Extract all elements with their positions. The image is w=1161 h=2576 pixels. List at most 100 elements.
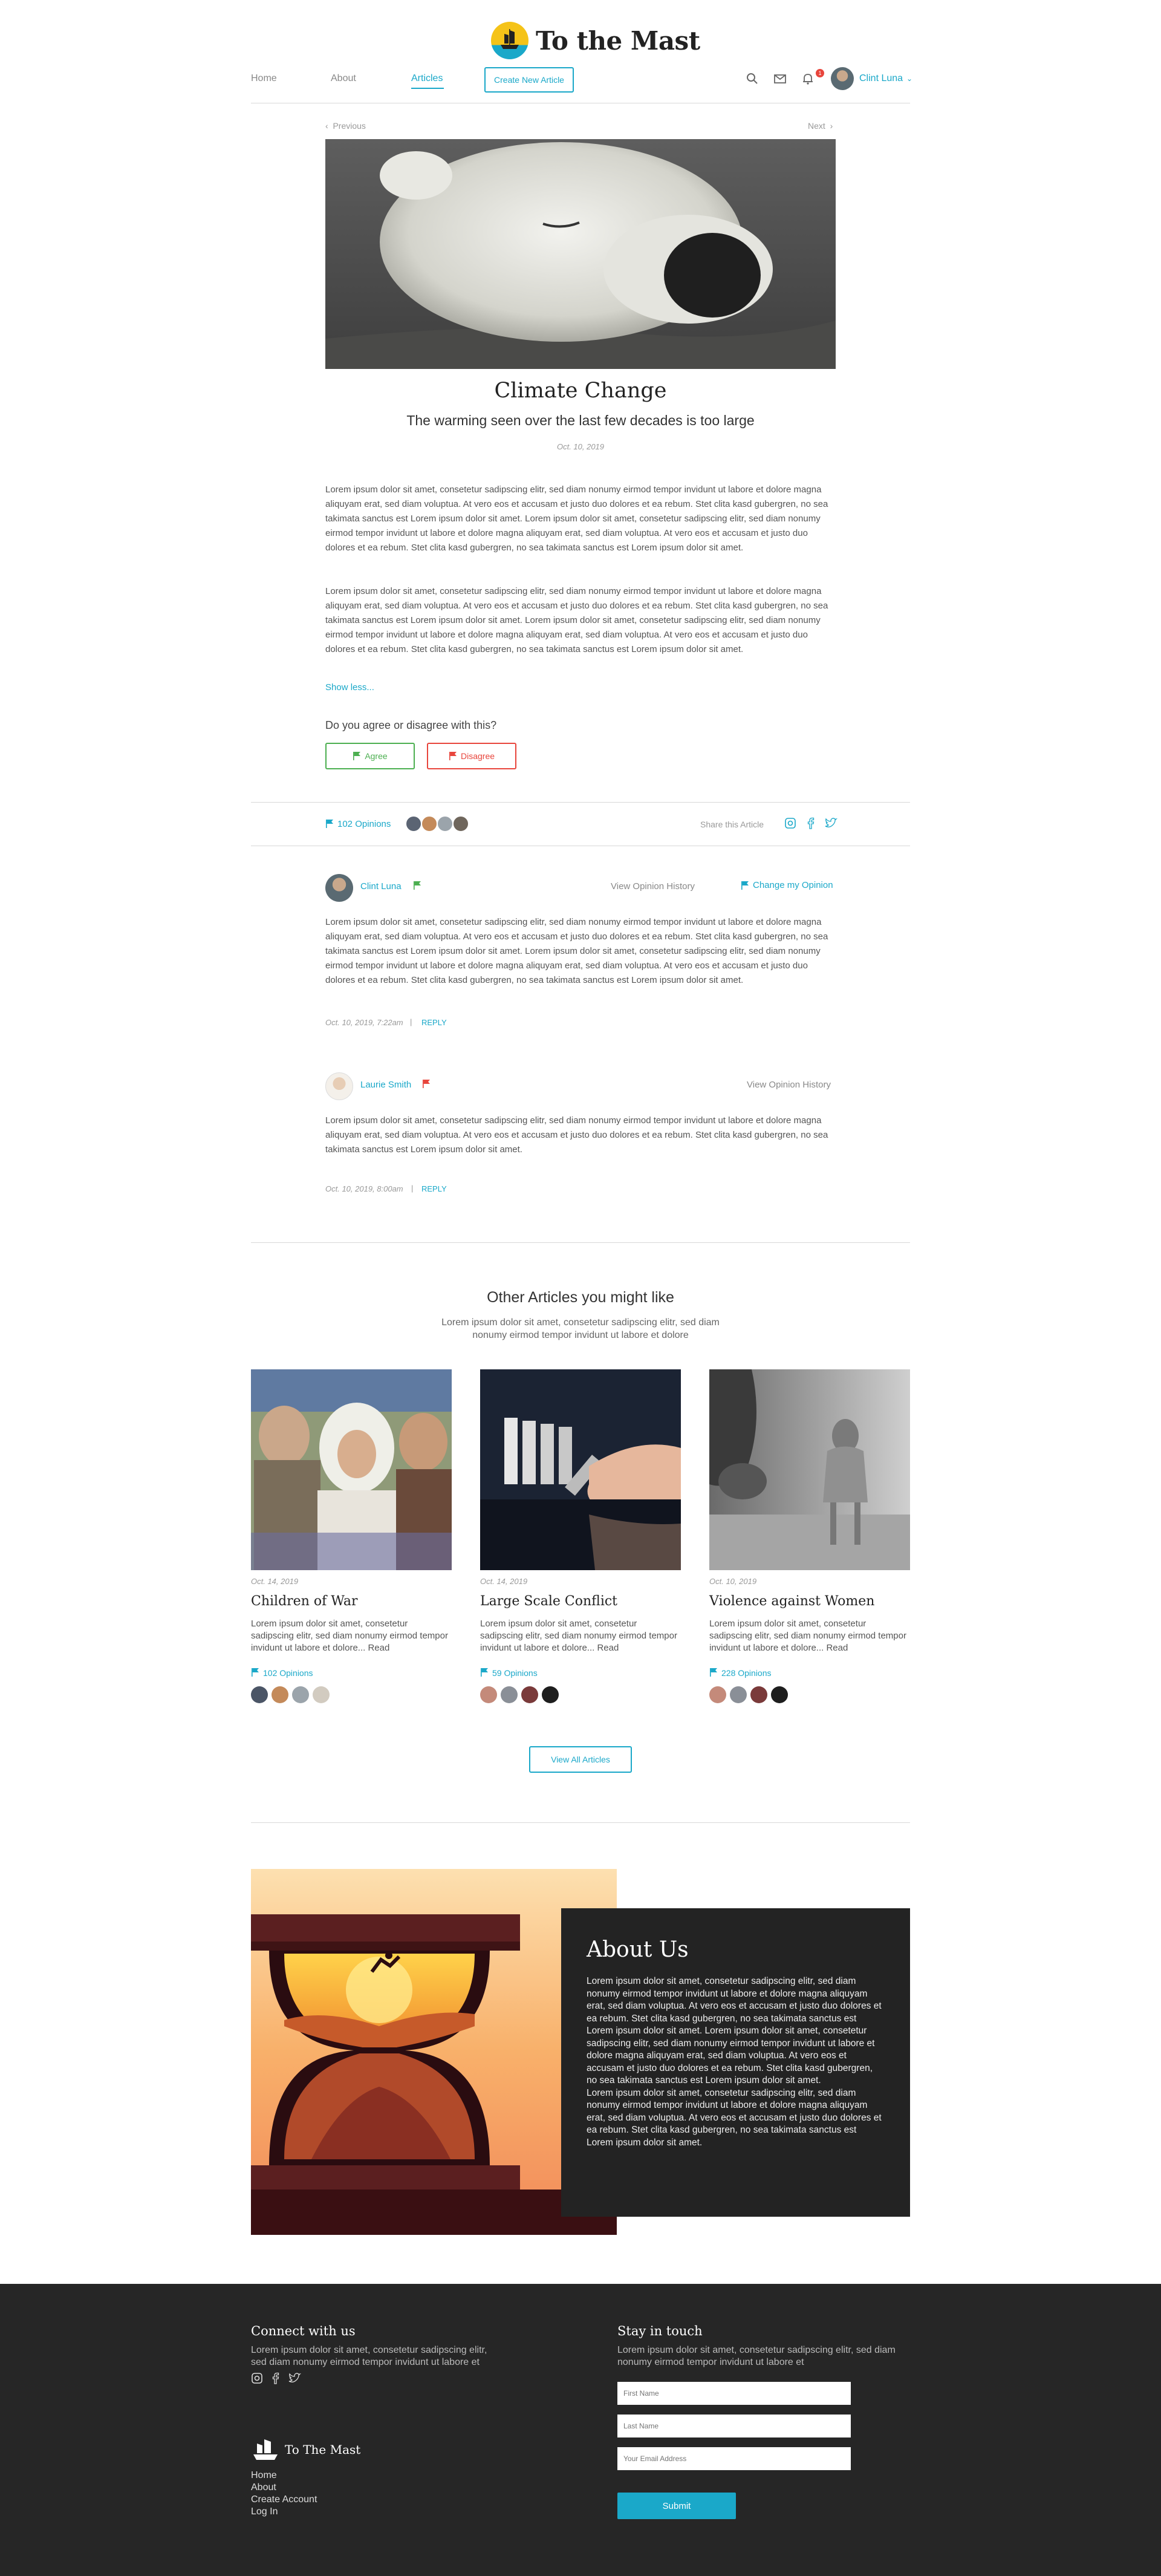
- opinions-count: 102 Opinions: [337, 818, 391, 829]
- card-opinions[interactable]: 228 Opinions: [709, 1668, 772, 1678]
- chevron-right-icon: ›: [825, 121, 833, 131]
- search-icon[interactable]: [746, 72, 759, 85]
- site-logo[interactable]: To the Mast: [491, 19, 700, 62]
- bell-icon[interactable]: [801, 72, 815, 85]
- article-paragraph-2: Lorem ipsum dolor sit amet, consetetur s…: [325, 586, 828, 654]
- card-image-violence-against-women[interactable]: [709, 1369, 910, 1570]
- change-opinion-link[interactable]: Change my Opinion: [741, 880, 833, 890]
- instagram-icon[interactable]: [784, 817, 796, 829]
- comment-author[interactable]: Clint Luna: [360, 881, 402, 892]
- other-articles-subtitle: Lorem ipsum dolor sit amet, consetetur s…: [441, 1317, 720, 1340]
- avatar: [325, 1072, 353, 1100]
- footer-link-home[interactable]: Home: [251, 2470, 277, 2481]
- disagree-button[interactable]: Disagree: [427, 743, 516, 769]
- avatar: [325, 874, 353, 902]
- meta-separator: |: [411, 1184, 414, 1193]
- footer-link-log-in[interactable]: Log In: [251, 2506, 278, 2517]
- ship-logo-icon: [491, 22, 528, 59]
- footer-link-about[interactable]: About: [251, 2482, 276, 2493]
- twitter-icon[interactable]: [824, 817, 837, 829]
- card-opinions[interactable]: 102 Opinions: [251, 1668, 313, 1678]
- blue-flag-icon: [326, 820, 333, 828]
- nav-home[interactable]: Home: [251, 73, 277, 84]
- card-image-large-scale-conflict[interactable]: [480, 1369, 681, 1570]
- green-flag-icon: [414, 881, 421, 890]
- red-flag-icon: [449, 752, 457, 760]
- mail-icon[interactable]: [773, 72, 787, 85]
- card-image-children-of-war[interactable]: [251, 1369, 452, 1570]
- create-article-button[interactable]: Create New Article: [484, 67, 574, 93]
- avatar: [709, 1686, 726, 1703]
- blue-flag-icon: [710, 1668, 717, 1677]
- card-excerpt: Lorem ipsum dolor sit amet, consetetur s…: [480, 1619, 677, 1653]
- other-articles-heading: Other Articles you might like: [487, 1289, 674, 1306]
- nav-articles[interactable]: Articles: [411, 73, 443, 84]
- first-name-field[interactable]: [617, 2382, 851, 2405]
- avatar: [831, 67, 854, 90]
- about-text: Lorem ipsum dolor sit amet, consetetur s…: [587, 1976, 882, 2085]
- user-menu[interactable]: Clint Luna ⌄: [831, 67, 912, 90]
- reply-button[interactable]: REPLY: [421, 1018, 447, 1027]
- card-avatars: [480, 1686, 559, 1703]
- article-subtitle: The warming seen over the last few decad…: [406, 412, 755, 428]
- facebook-icon[interactable]: [806, 817, 815, 829]
- meta-separator: |: [410, 1017, 412, 1026]
- share-label: Share this Article: [700, 820, 764, 829]
- card-avatars: [251, 1686, 330, 1703]
- facebook-icon[interactable]: [271, 2372, 279, 2384]
- user-name: Clint Luna: [859, 73, 903, 83]
- avatar: [292, 1686, 309, 1703]
- card-date: Oct. 14, 2019: [480, 1577, 528, 1586]
- comment-timestamp: Oct. 10, 2019, 7:22am: [325, 1018, 403, 1027]
- twitter-icon[interactable]: [288, 2372, 301, 2384]
- show-less-link[interactable]: Show less...: [325, 682, 374, 693]
- avatar: [750, 1686, 767, 1703]
- avatar: [437, 815, 454, 832]
- about-panel: About Us Lorem ipsum dolor sit amet, con…: [561, 1908, 910, 2217]
- about-divider: [251, 1822, 910, 1823]
- agree-button[interactable]: Agree: [325, 743, 415, 769]
- avatar: [730, 1686, 747, 1703]
- instagram-icon[interactable]: [251, 2372, 263, 2384]
- last-name-field[interactable]: [617, 2415, 851, 2437]
- card-title[interactable]: Violence against Women: [709, 1594, 874, 1609]
- view-opinion-history-link[interactable]: View Opinion History: [747, 1080, 831, 1090]
- card-opinions[interactable]: 59 Opinions: [480, 1668, 538, 1678]
- next-link[interactable]: Next ›: [808, 121, 833, 131]
- nav-active-indicator: [411, 88, 444, 89]
- view-all-articles-button[interactable]: View All Articles: [529, 1746, 632, 1773]
- avatar: [251, 1686, 268, 1703]
- card-title[interactable]: Children of War: [251, 1594, 358, 1609]
- card-avatars: [709, 1686, 788, 1703]
- avatar: [405, 815, 423, 832]
- footer-brand[interactable]: To The Mast: [251, 2437, 360, 2462]
- card-excerpt: Lorem ipsum dolor sit amet, consetetur s…: [251, 1619, 448, 1653]
- avatar: [771, 1686, 788, 1703]
- notification-badge: 1: [816, 69, 824, 77]
- avatar: [313, 1686, 330, 1703]
- opinions-bar-top-divider: [251, 802, 910, 803]
- view-opinion-history-link[interactable]: View Opinion History: [611, 881, 695, 892]
- article-hero-image: [325, 139, 836, 369]
- comments-divider: [251, 1242, 910, 1243]
- opinion-avatars: [405, 815, 470, 832]
- connect-text: Lorem ipsum dolor sit amet, consetetur s…: [251, 2345, 487, 2367]
- article-paragraph-1: Lorem ipsum dolor sit amet, consetetur s…: [325, 484, 828, 553]
- avatar: [542, 1686, 559, 1703]
- comment-author[interactable]: Laurie Smith: [360, 1080, 411, 1090]
- nav-about[interactable]: About: [331, 73, 356, 84]
- green-flag-icon: [353, 752, 361, 760]
- blue-flag-icon: [252, 1668, 259, 1677]
- email-field[interactable]: [617, 2447, 851, 2470]
- card-title[interactable]: Large Scale Conflict: [480, 1594, 617, 1609]
- about-text: Lorem ipsum dolor sit amet, consetetur s…: [587, 2087, 882, 2148]
- previous-link[interactable]: ‹ Previous: [325, 121, 366, 131]
- footer-link-create-account[interactable]: Create Account: [251, 2494, 317, 2505]
- opinions-summary[interactable]: 102 Opinions: [325, 815, 470, 832]
- article-title: Climate Change: [494, 379, 667, 403]
- chevron-left-icon: ‹: [325, 121, 333, 131]
- avatar: [452, 815, 470, 832]
- agree-question: Do you agree or disagree with this?: [325, 719, 497, 731]
- reply-button[interactable]: REPLY: [421, 1184, 447, 1193]
- submit-button[interactable]: Submit: [617, 2493, 736, 2519]
